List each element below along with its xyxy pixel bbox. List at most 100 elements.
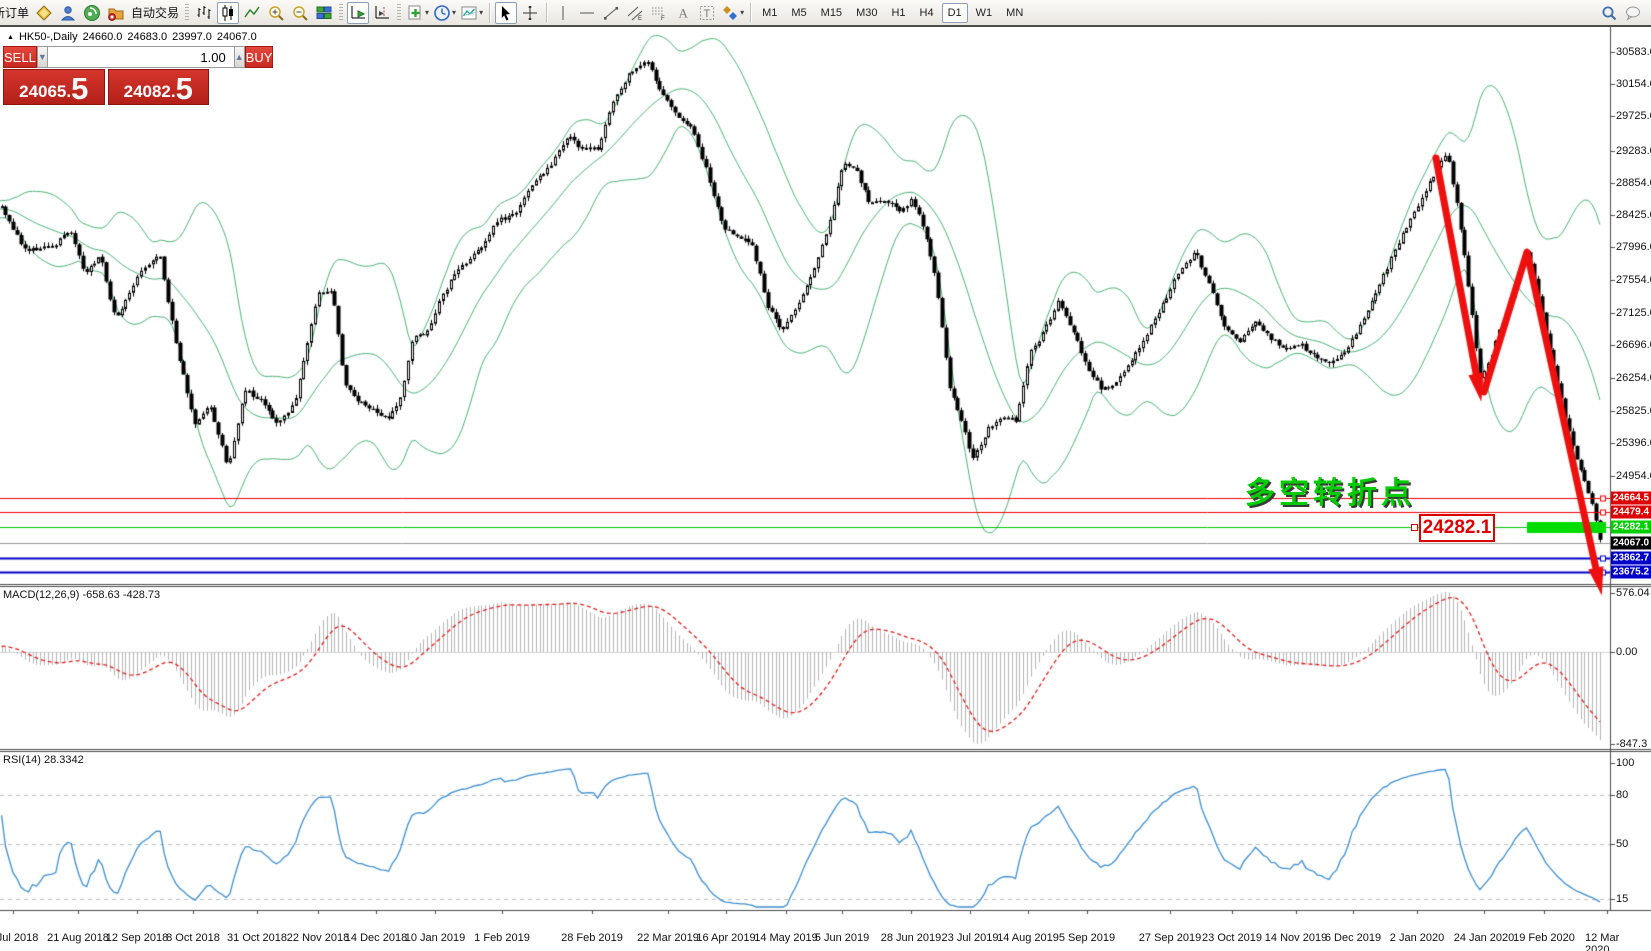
timeframe-strip: M1M5M15M30H1H4D1W1MN	[755, 3, 1030, 23]
macd-axis-label: 0.00	[1616, 646, 1637, 658]
candlestick-chart-icon[interactable]	[217, 2, 239, 24]
volume-increase-button[interactable]: ▲	[234, 46, 245, 68]
zoom-in-icon[interactable]	[265, 2, 287, 24]
time-axis-label: 23 Oct 2019	[1202, 932, 1262, 944]
price-axis-label: 28425.0	[1616, 209, 1651, 221]
timeframe-mn[interactable]: MN	[1000, 3, 1029, 23]
price-axis-label: 30583.0	[1616, 46, 1651, 58]
annotation-text[interactable]: 多空转折点	[1245, 468, 1415, 512]
ohlc-high: 24683.0	[127, 31, 167, 43]
chart-header: ▲ HK50-,Daily 24660.0 24683.0 23997.0 24…	[7, 31, 257, 43]
price-level-badge: 24479.4	[1611, 505, 1651, 518]
horizontal-line-icon[interactable]	[576, 2, 598, 24]
rsi-axis-label: 15	[1616, 893, 1628, 905]
time-axis-label: 5 Sep 2019	[1059, 932, 1115, 944]
timeframe-m15[interactable]: M15	[815, 3, 848, 23]
svg-text:F: F	[661, 16, 665, 22]
autotrading-label[interactable]: 自动交易	[131, 4, 179, 21]
time-axis-label: 14 Dec 2018	[345, 932, 407, 944]
modify-order-icon[interactable]	[33, 2, 55, 24]
equidistant-channel-icon[interactable]: E	[624, 2, 646, 24]
price-level-badge: 24664.5	[1611, 491, 1651, 504]
rsi-axis-label: 80	[1616, 789, 1628, 801]
crosshair-icon[interactable]	[519, 2, 541, 24]
price-level-badge: 24067.0	[1611, 536, 1651, 549]
trendline-icon[interactable]	[600, 2, 622, 24]
price-level-badge: 24282.1	[1611, 520, 1651, 533]
line-chart-icon[interactable]	[241, 2, 263, 24]
rsi-axis-label: 100	[1616, 757, 1634, 769]
time-axis-label: 31 Oct 2018	[227, 932, 287, 944]
volume-input[interactable]	[48, 46, 234, 68]
mt4-window: { "toolbar": { "new_order_label": "新订单",…	[0, 0, 1651, 951]
autotrading-icon[interactable]	[105, 2, 127, 24]
macd-axis-label: -847.3	[1616, 738, 1647, 750]
time-axis-label: 28 Feb 2019	[561, 932, 623, 944]
sell-button[interactable]: SELL	[3, 46, 37, 68]
sell-price[interactable]: 24065.5	[3, 69, 105, 105]
price-axis-label: 25396.0	[1616, 437, 1651, 449]
svg-text:E: E	[638, 16, 642, 22]
time-axis-label: 16 Apr 2019	[696, 932, 755, 944]
buy-price[interactable]: 24082.5	[108, 69, 210, 105]
chart-title: HK50-,Daily	[19, 31, 78, 43]
price-axis-label: 30154.0	[1616, 78, 1651, 90]
price-axis-label: 28854.0	[1616, 177, 1651, 189]
time-axis-label: 1 Feb 2019	[474, 932, 530, 944]
rsi-label: RSI(14) 28.3342	[3, 754, 84, 766]
time-axis-label: 6 Dec 2019	[1325, 932, 1381, 944]
time-axis-label: 22 Mar 2019	[637, 932, 699, 944]
window-marker-icon[interactable]: ▲	[7, 34, 14, 41]
time-axis-label: 23 Jul 2019	[942, 932, 999, 944]
templates-icon[interactable]: ▾	[459, 2, 484, 24]
time-axis-label: 27 Sep 2019	[1139, 932, 1201, 944]
time-axis-label: 0 Jul 2018	[0, 932, 38, 944]
text-label-icon[interactable]: T	[696, 2, 718, 24]
chart-region: ▲ HK50-,Daily 24660.0 24683.0 23997.0 24…	[0, 27, 1651, 951]
timeframe-m1[interactable]: M1	[756, 3, 783, 23]
time-axis-label: 21 Aug 2018	[47, 932, 109, 944]
zoom-out-icon[interactable]	[289, 2, 311, 24]
timeframe-m5[interactable]: M5	[785, 3, 812, 23]
callout-anchor[interactable]	[1411, 524, 1418, 531]
text-icon[interactable]: A	[672, 2, 694, 24]
timeframe-h1[interactable]: H1	[885, 3, 911, 23]
chart-shift-icon[interactable]	[371, 2, 393, 24]
ohlc-open: 24660.0	[83, 31, 123, 43]
time-axis-label: 24 Jan 2020	[1454, 932, 1515, 944]
chat-icon[interactable]	[1622, 2, 1644, 24]
time-axis-label: 12 Mar 2020	[1585, 932, 1629, 951]
timeframe-d1[interactable]: D1	[942, 3, 968, 23]
bar-chart-icon[interactable]	[193, 2, 215, 24]
new-order-button[interactable]: 新订单	[0, 4, 29, 21]
timeframe-h4[interactable]: H4	[914, 3, 940, 23]
price-level-badge: 23675.2	[1611, 566, 1651, 579]
profile-icon[interactable]	[57, 2, 79, 24]
price-callout[interactable]: 24282.1	[1419, 514, 1495, 542]
timeframe-w1[interactable]: W1	[970, 3, 999, 23]
cursor-icon[interactable]	[495, 2, 517, 24]
volume-decrease-button[interactable]: ▼	[37, 46, 48, 68]
community-icon[interactable]	[81, 2, 103, 24]
price-axis-label: 29283.0	[1616, 145, 1651, 157]
search-icon[interactable]	[1598, 2, 1620, 24]
time-axis-label: 5 Jun 2019	[815, 932, 869, 944]
toolbar: 新订单 自动交易 ▾ ▾ ▾ E F A T ▾ M1M5M15M30H1H4D…	[0, 0, 1651, 27]
macd-axis-label: 576.04	[1616, 587, 1650, 599]
timeframe-m30[interactable]: M30	[850, 3, 883, 23]
new-chart-icon[interactable]: ▾	[405, 2, 430, 24]
tile-windows-icon[interactable]	[313, 2, 335, 24]
time-axis-label: 19 Feb 2020	[1513, 932, 1575, 944]
arrows-icon[interactable]: ▾	[720, 2, 745, 24]
buy-button[interactable]: BUY	[245, 46, 274, 68]
time-axis-label: 12 Sep 2018	[106, 932, 168, 944]
periods-icon[interactable]: ▾	[432, 2, 457, 24]
auto-scroll-icon[interactable]	[347, 2, 369, 24]
time-axis-label: 8 Oct 2018	[166, 932, 220, 944]
time-axis-label: 10 Jan 2019	[405, 932, 466, 944]
vertical-line-icon[interactable]	[552, 2, 574, 24]
time-axis-label: 14 May 2019	[754, 932, 818, 944]
price-axis-label: 25825.0	[1616, 405, 1651, 417]
svg-text:A: A	[679, 5, 689, 20]
fibonacci-icon[interactable]: F	[648, 2, 670, 24]
